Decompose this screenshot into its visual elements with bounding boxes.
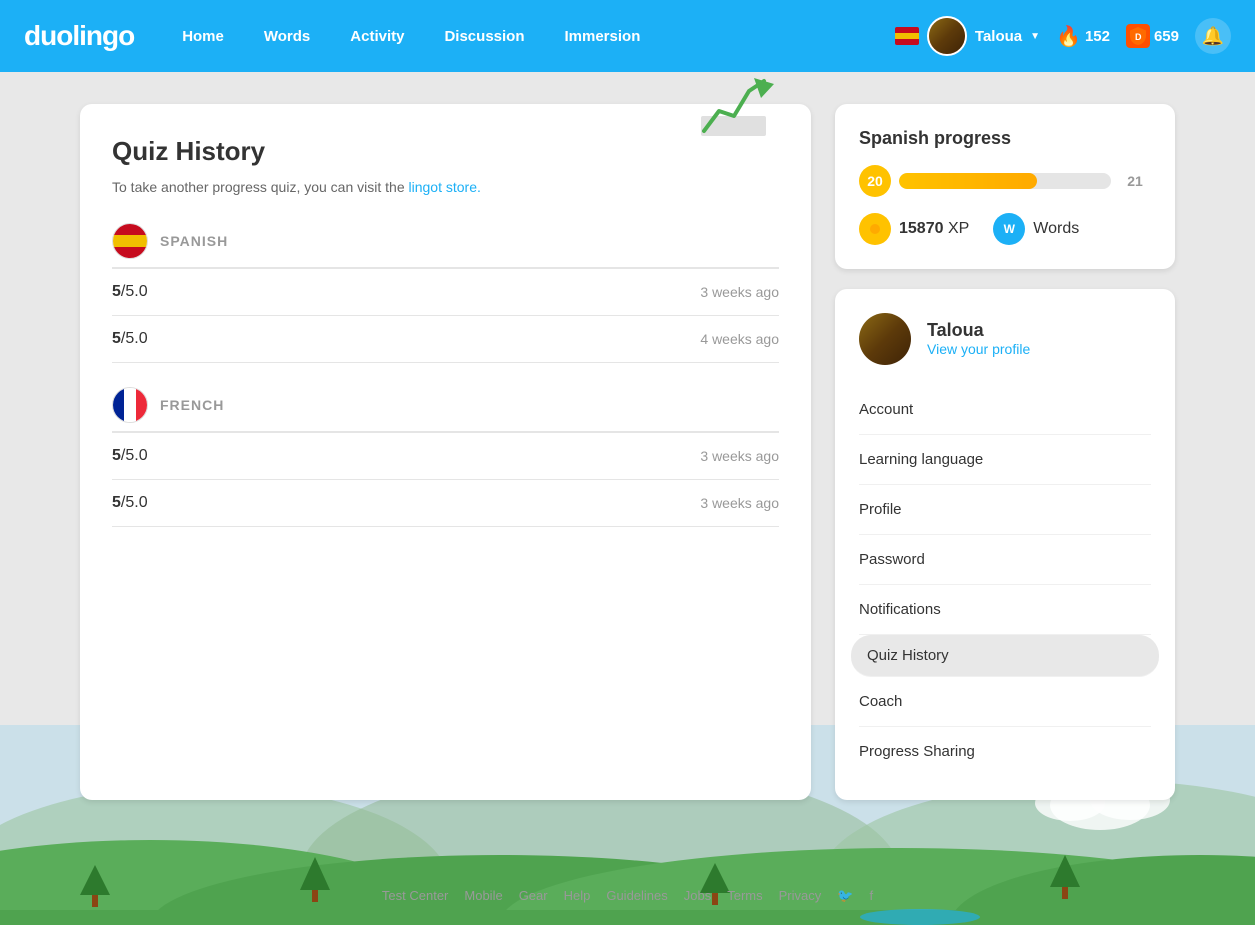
footer-gear[interactable]: Gear	[519, 888, 548, 904]
main-content: Quiz History To take another progress qu…	[0, 72, 1255, 832]
gems-count: 659	[1154, 28, 1179, 45]
avatar	[927, 16, 967, 56]
language-flag-small	[895, 27, 919, 45]
quiz-description: To take another progress quiz, you can v…	[112, 179, 481, 195]
gems-stat: D 659	[1126, 24, 1179, 48]
french-section: FRENCH 5/5.0 3 weeks ago 5/5.0 3 weeks a…	[112, 387, 779, 527]
table-row: 5/5.0 3 weeks ago	[112, 433, 779, 480]
user-name: Taloua	[975, 28, 1022, 45]
menu-notifications[interactable]: Notifications	[859, 585, 1151, 635]
shield-icon: D	[1126, 24, 1150, 48]
score-value: 5/5.0	[112, 494, 148, 512]
svg-text:D: D	[1135, 32, 1142, 42]
view-profile-link[interactable]: View your profile	[927, 341, 1030, 357]
score-time: 3 weeks ago	[700, 448, 779, 464]
next-level-label: 21	[1119, 165, 1151, 197]
nav-links: Home Words Activity Discussion Immersion	[166, 20, 895, 53]
user-menu[interactable]: Taloua ▼	[895, 16, 1040, 56]
footer-mobile[interactable]: Mobile	[464, 888, 502, 904]
table-row: 5/5.0 4 weeks ago	[112, 316, 779, 363]
menu-account[interactable]: Account	[859, 385, 1151, 435]
profile-name: Taloua	[927, 320, 1151, 341]
stats-row: 15870 XP W Words	[859, 213, 1151, 245]
french-header: FRENCH	[112, 387, 779, 433]
words-stat-pill: W Words	[993, 213, 1079, 245]
score-value: 5/5.0	[112, 283, 148, 301]
spanish-progress-card: Spanish progress 20 21	[835, 104, 1175, 269]
score-time: 4 weeks ago	[700, 331, 779, 347]
menu-password[interactable]: Password	[859, 535, 1151, 585]
nav-home[interactable]: Home	[166, 20, 240, 53]
nav-immersion[interactable]: Immersion	[549, 20, 657, 53]
footer-help[interactable]: Help	[564, 888, 591, 904]
spanish-label: SPANISH	[160, 233, 228, 249]
words-label: Words	[1033, 220, 1079, 238]
score-time: 3 weeks ago	[700, 284, 779, 300]
streak-count: 152	[1085, 28, 1110, 45]
lingot-store-link[interactable]: lingot store.	[409, 179, 481, 195]
xp-bar-fill	[899, 173, 1037, 189]
table-row: 5/5.0 3 weeks ago	[112, 480, 779, 527]
spanish-header: SPANISH	[112, 223, 779, 269]
profile-info: Taloua View your profile	[927, 320, 1151, 359]
profile-avatar	[859, 313, 911, 365]
french-label: FRENCH	[160, 397, 224, 413]
score-value: 5/5.0	[112, 330, 148, 348]
right-panel: Spanish progress 20 21	[835, 104, 1175, 800]
nav-words[interactable]: Words	[248, 20, 326, 53]
footer-test-center[interactable]: Test Center	[382, 888, 448, 904]
footer-privacy[interactable]: Privacy	[779, 888, 822, 904]
chevron-down-icon: ▼	[1030, 31, 1040, 42]
table-row: 5/5.0 3 weeks ago	[112, 269, 779, 316]
footer-facebook-icon[interactable]: f	[869, 888, 873, 904]
footer-terms[interactable]: Terms	[727, 888, 762, 904]
xp-value: 15870 XP	[899, 220, 969, 238]
footer-jobs[interactable]: Jobs	[684, 888, 711, 904]
profile-header: Taloua View your profile	[859, 313, 1151, 365]
chart-icon	[699, 76, 779, 146]
spanish-section: SPANISH 5/5.0 3 weeks ago 5/5.0 4 weeks …	[112, 223, 779, 363]
current-level-badge: 20	[859, 165, 891, 197]
nav-activity[interactable]: Activity	[334, 20, 420, 53]
logo-text: duolingo	[24, 20, 134, 52]
words-icon: W	[993, 213, 1025, 245]
menu-learning-language[interactable]: Learning language	[859, 435, 1151, 485]
profile-menu: Account Learning language Profile Passwo…	[859, 385, 1151, 776]
navbar: duolingo Home Words Activity Discussion …	[0, 0, 1255, 72]
score-time: 3 weeks ago	[700, 495, 779, 511]
score-value: 5/5.0	[112, 447, 148, 465]
nav-discussion[interactable]: Discussion	[428, 20, 540, 53]
menu-profile[interactable]: Profile	[859, 485, 1151, 535]
xp-bar-container: 20 21	[859, 165, 1151, 197]
xp-stat-pill: 15870 XP	[859, 213, 969, 245]
footer-twitter-icon[interactable]: 🐦	[837, 888, 853, 904]
menu-progress-sharing[interactable]: Progress Sharing	[859, 727, 1151, 776]
menu-coach[interactable]: Coach	[859, 677, 1151, 727]
footer: Test Center Mobile Gear Help Guidelines …	[0, 872, 1255, 920]
nav-right: Taloua ▼ 🔥 152 D 659 🔔	[895, 16, 1231, 56]
profile-card: Taloua View your profile Account Learnin…	[835, 289, 1175, 800]
quiz-history-title: Quiz History	[112, 136, 481, 167]
streak-stat: 🔥 152	[1056, 24, 1110, 49]
notification-bell-icon[interactable]: 🔔	[1195, 18, 1231, 54]
fire-icon: 🔥	[1056, 24, 1081, 49]
spain-flag	[112, 223, 148, 259]
progress-title: Spanish progress	[859, 128, 1151, 149]
menu-quiz-history[interactable]: Quiz History	[851, 635, 1159, 677]
xp-progress-bar	[899, 173, 1111, 189]
france-flag	[112, 387, 148, 423]
xp-icon	[859, 213, 891, 245]
logo[interactable]: duolingo	[24, 20, 134, 52]
quiz-history-panel: Quiz History To take another progress qu…	[80, 104, 811, 800]
footer-guidelines[interactable]: Guidelines	[606, 888, 667, 904]
